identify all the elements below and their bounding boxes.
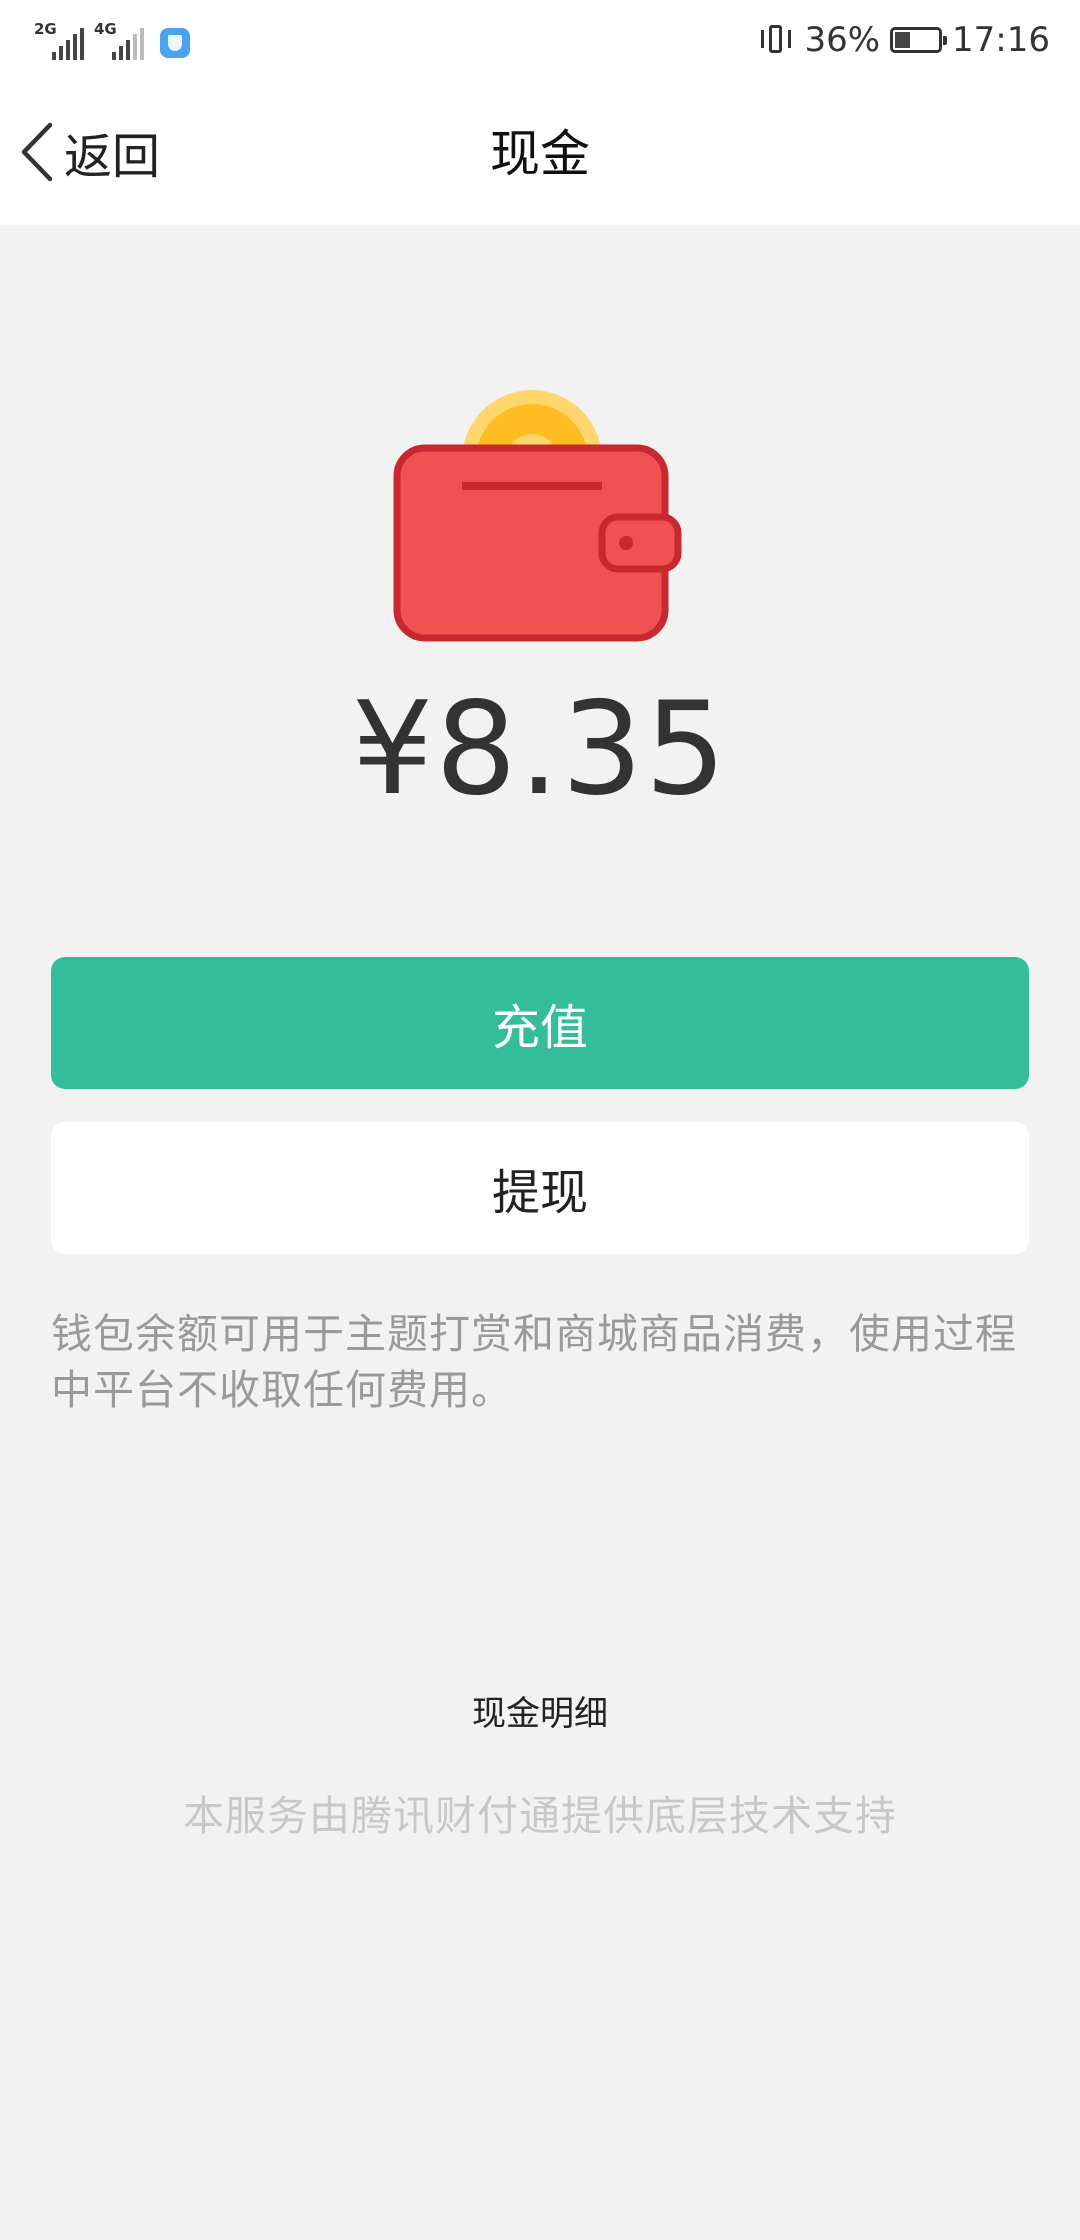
- clock: 17:16: [952, 20, 1050, 60]
- page-title: 现金: [490, 125, 590, 183]
- service-provider-note: 本服务由腾讯财付通提供底层技术支持: [183, 1792, 897, 1840]
- vibrate-icon: [758, 22, 794, 58]
- recharge-button[interactable]: 充值: [51, 957, 1029, 1089]
- battery-icon: [890, 27, 948, 53]
- status-bar: 2G 4G 36% 17:16: [0, 0, 1080, 84]
- status-bar-right: 36% 17:16: [758, 18, 1050, 62]
- wallet-description: 钱包余额可用于主题打赏和商城商品消费，使用过程中平台不收取任何费用。: [51, 1310, 1017, 1414]
- balance-amount: ¥8.35: [351, 675, 729, 824]
- withdraw-button[interactable]: 提现: [51, 1122, 1029, 1254]
- nav-bar: 返回 现金: [0, 84, 1080, 225]
- battery-percent: 36%: [804, 20, 881, 60]
- status-bar-left: 2G 4G: [34, 20, 190, 60]
- wallet-coin-icon: [393, 390, 682, 642]
- signal-icon: 2G: [34, 20, 84, 60]
- cash-details-link[interactable]: 现金明细: [0, 1686, 1080, 1735]
- security-shield-icon: [160, 28, 190, 58]
- signal-icon: 4G: [94, 20, 144, 60]
